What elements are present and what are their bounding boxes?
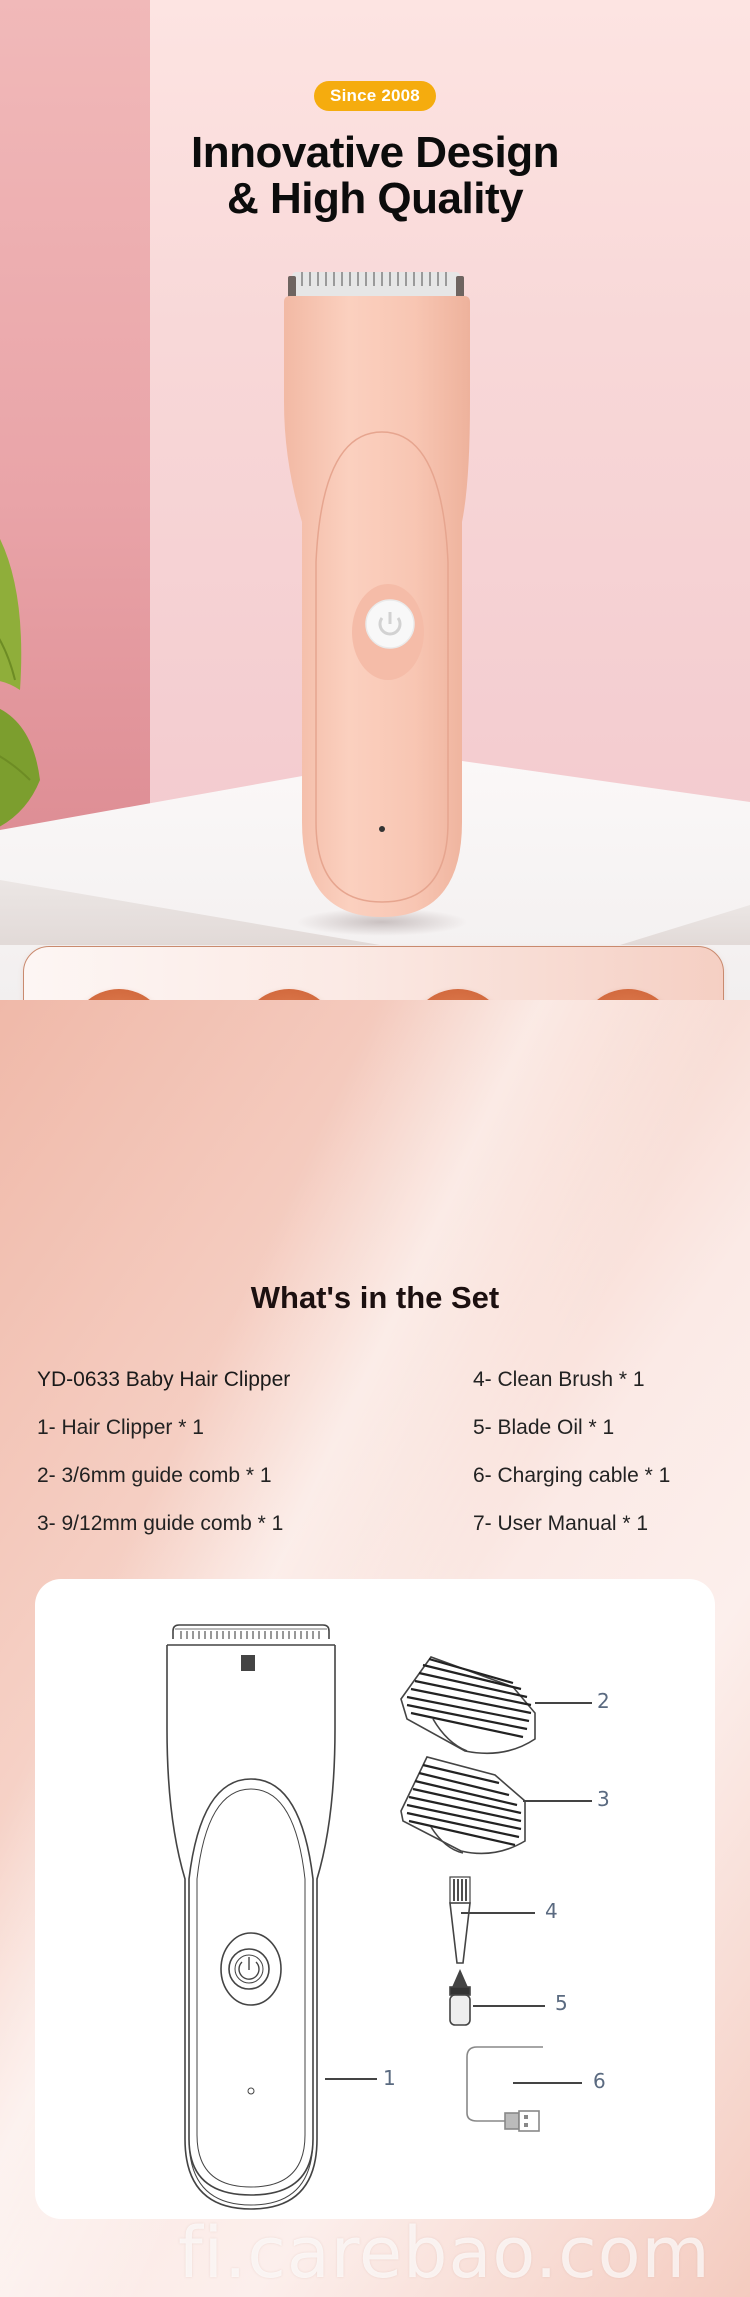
- callout-number-4: 4: [545, 1899, 558, 1923]
- callout-number-6: 6: [593, 2069, 606, 2093]
- set-item: 4- Clean Brush * 1: [473, 1368, 645, 1391]
- set-item: 6- Charging cable * 1: [473, 1464, 671, 1487]
- hero-title: Innovative Design & High Quality: [0, 130, 750, 222]
- hero-title-line2: & High Quality: [226, 174, 524, 223]
- set-item: 7- User Manual * 1: [473, 1512, 649, 1535]
- set-item: 5- Blade Oil * 1: [473, 1416, 615, 1439]
- parts-diagram: [166, 1624, 592, 2210]
- set-list-right: 4- Clean Brush * 1 5- Blade Oil * 1 6- C…: [473, 1356, 670, 1548]
- watermark-text: fi.carebao.com: [178, 2212, 711, 2294]
- set-list-left: YD-0633 Baby Hair Clipper 1- Hair Clippe…: [37, 1356, 290, 1548]
- diagram-charging-cable: [466, 2046, 543, 2132]
- callout-number-2: 2: [597, 1689, 610, 1713]
- diagram-clipper: [166, 1624, 336, 2210]
- set-item: 1- Hair Clipper * 1: [37, 1416, 204, 1439]
- hero-title-line1: Innovative Design: [190, 128, 560, 177]
- diagram-brush: [449, 1876, 471, 1964]
- diagram-comb-large: [400, 1756, 526, 1855]
- set-item: 2- 3/6mm guide comb * 1: [37, 1464, 272, 1487]
- hair-clipper-product-image: [284, 272, 470, 936]
- product-name: YD-0633 Baby Hair Clipper: [37, 1368, 291, 1391]
- callout-number-3: 3: [597, 1787, 610, 1811]
- leaf-decoration: [0, 539, 40, 827]
- hero-section: Since 2008 Innovative Design & High Qual…: [0, 0, 750, 1000]
- parts-diagram-card: 1 2 3 4 5 6: [35, 1579, 715, 2219]
- set-title: What's in the Set: [250, 1280, 500, 1315]
- diagram-comb-small: [400, 1656, 536, 1755]
- set-item: 3- 9/12mm guide comb * 1: [37, 1512, 284, 1535]
- callout-number-5: 5: [555, 1991, 568, 2015]
- callout-number-1: 1: [383, 2066, 396, 2090]
- since-badge: Since 2008: [314, 81, 436, 111]
- diagram-oil-bottle: [449, 1969, 471, 2026]
